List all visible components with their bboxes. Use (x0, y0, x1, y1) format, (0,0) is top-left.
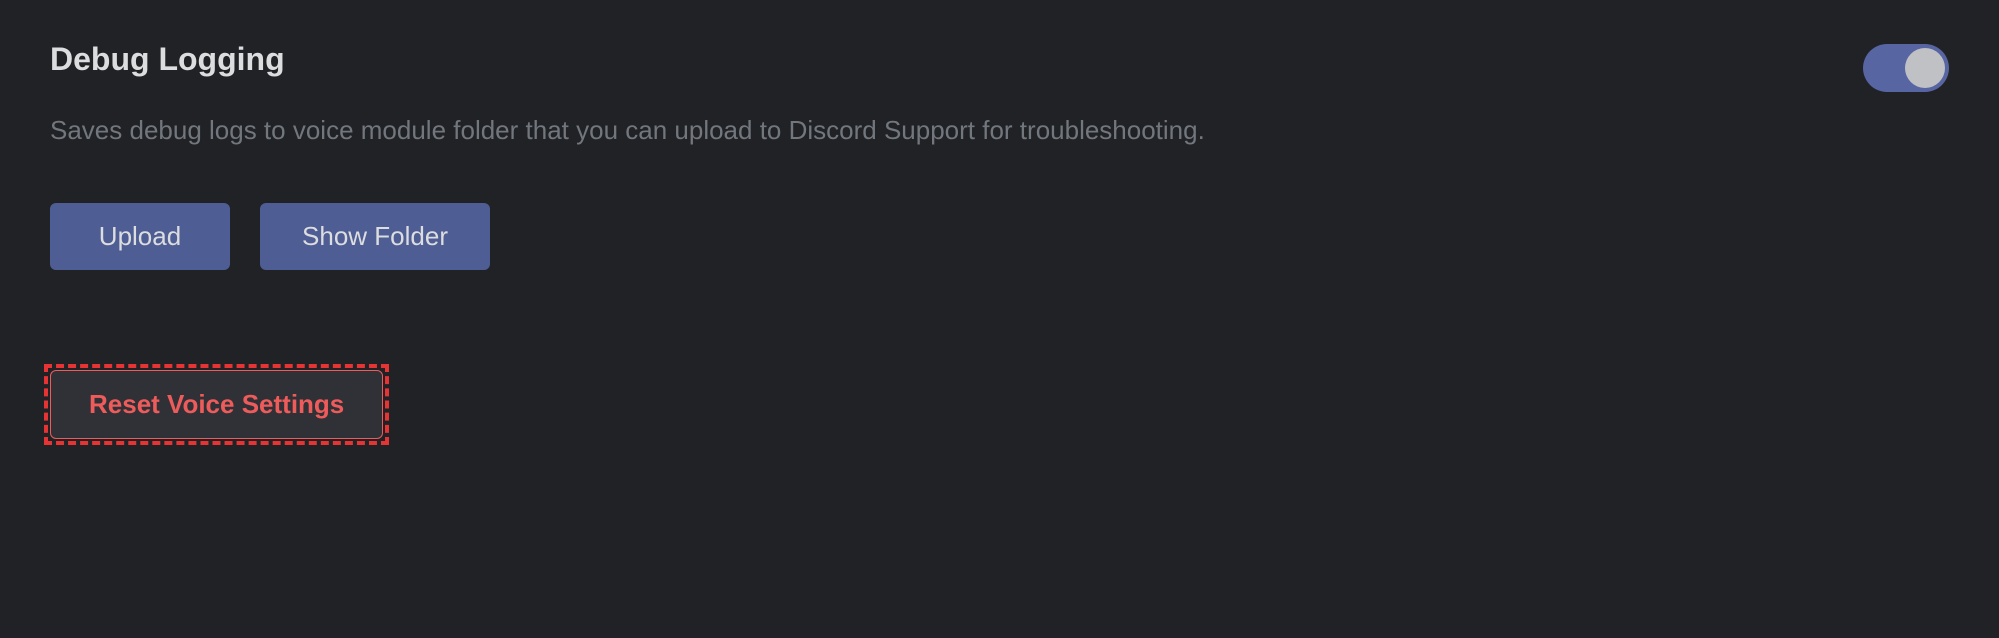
reset-voice-settings-button[interactable]: Reset Voice Settings (50, 370, 383, 439)
upload-button[interactable]: Upload (50, 203, 230, 270)
debug-button-row: Upload Show Folder (50, 203, 1949, 270)
toggle-knob (1905, 48, 1945, 88)
reset-voice-settings-wrapper: Reset Voice Settings (50, 370, 383, 439)
section-description: Saves debug logs to voice module folder … (50, 112, 1949, 148)
debug-logging-toggle[interactable] (1863, 44, 1949, 92)
section-title: Debug Logging (50, 40, 285, 78)
show-folder-button[interactable]: Show Folder (260, 203, 490, 270)
